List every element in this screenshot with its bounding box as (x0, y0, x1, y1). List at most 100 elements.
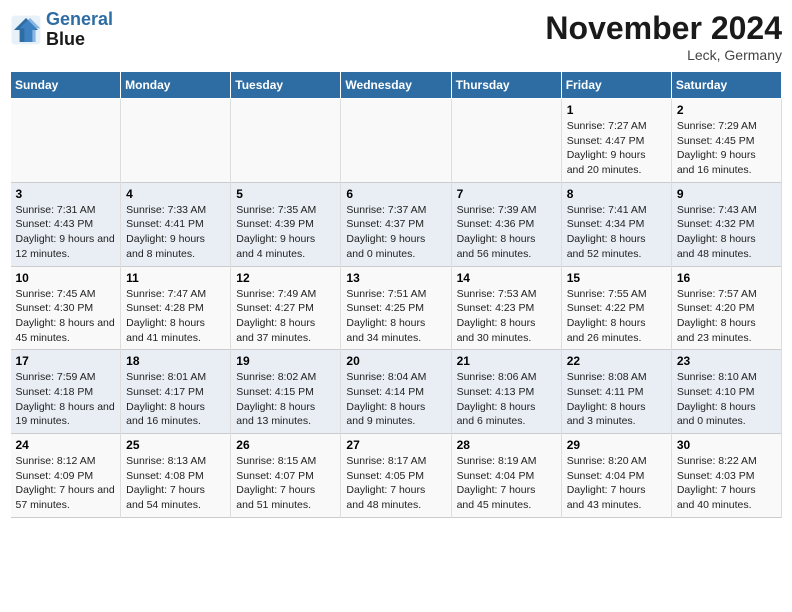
calendar-cell: 4 Sunrise: 7:33 AM Sunset: 4:41 PM Daylig… (121, 182, 231, 266)
day-number: 6 (346, 187, 445, 201)
page-header: General Blue November 2024 Leck, Germany (10, 10, 782, 63)
day-number: 26 (236, 438, 335, 452)
day-info: Sunrise: 7:31 AM Sunset: 4:43 PM Dayligh… (16, 203, 116, 262)
day-info: Sunrise: 8:13 AM Sunset: 4:08 PM Dayligh… (126, 454, 225, 513)
calendar-cell: 7Sunrise: 7:39 AM Sunset: 4:36 PM Daylig… (451, 182, 561, 266)
calendar-cell: 20Sunrise: 8:04 AM Sunset: 4:14 PM Dayli… (341, 350, 451, 434)
weekday-header-thursday: Thursday (451, 72, 561, 99)
day-info: Sunrise: 7:43 AM Sunset: 4:32 PM Dayligh… (677, 203, 776, 262)
day-info: Sunrise: 8:06 AM Sunset: 4:13 PM Dayligh… (457, 370, 556, 429)
day-info: Sunrise: 8:17 AM Sunset: 4:05 PM Dayligh… (346, 454, 445, 513)
logo-icon (10, 14, 42, 46)
day-number: 25 (126, 438, 225, 452)
weekday-header-wednesday: Wednesday (341, 72, 451, 99)
day-info: Sunrise: 7:51 AM Sunset: 4:25 PM Dayligh… (346, 287, 445, 346)
calendar-cell: 13 Sunrise: 7:51 AM Sunset: 4:25 PM Dayli… (341, 266, 451, 350)
day-info: Sunrise: 8:08 AM Sunset: 4:11 PM Dayligh… (567, 370, 666, 429)
calendar-cell: 25 Sunrise: 8:13 AM Sunset: 4:08 PM Dayli… (121, 434, 231, 518)
day-info: Sunrise: 8:20 AM Sunset: 4:04 PM Dayligh… (567, 454, 666, 513)
day-info: Sunrise: 7:35 AM Sunset: 4:39 PM Dayligh… (236, 203, 335, 262)
calendar-cell: 11Sunrise: 7:47 AM Sunset: 4:28 PM Dayli… (121, 266, 231, 350)
day-number: 11 (126, 271, 225, 285)
calendar-cell: 30 Sunrise: 8:22 AM Sunset: 4:03 PM Dayli… (671, 434, 781, 518)
calendar-cell: 28 Sunrise: 8:19 AM Sunset: 4:04 PM Dayli… (451, 434, 561, 518)
day-info: Sunrise: 7:29 AM Sunset: 4:45 PM Dayligh… (677, 119, 776, 178)
day-number: 10 (16, 271, 116, 285)
calendar-cell: 8Sunrise: 7:41 AM Sunset: 4:34 PM Daylig… (561, 182, 671, 266)
day-info: Sunrise: 7:49 AM Sunset: 4:27 PM Dayligh… (236, 287, 335, 346)
day-info: Sunrise: 7:55 AM Sunset: 4:22 PM Dayligh… (567, 287, 666, 346)
day-number: 18 (126, 354, 225, 368)
day-number: 5 (236, 187, 335, 201)
title-area: November 2024 Leck, Germany (545, 10, 782, 63)
day-info: Sunrise: 8:02 AM Sunset: 4:15 PM Dayligh… (236, 370, 335, 429)
day-info: Sunrise: 7:53 AM Sunset: 4:23 PM Dayligh… (457, 287, 556, 346)
calendar-cell: 12 Sunrise: 7:49 AM Sunset: 4:27 PM Dayli… (231, 266, 341, 350)
day-info: Sunrise: 8:15 AM Sunset: 4:07 PM Dayligh… (236, 454, 335, 513)
day-number: 17 (16, 354, 116, 368)
calendar-week-row: 3Sunrise: 7:31 AM Sunset: 4:43 PM Daylig… (11, 182, 782, 266)
weekday-header-tuesday: Tuesday (231, 72, 341, 99)
calendar-cell: 16 Sunrise: 7:57 AM Sunset: 4:20 PM Dayli… (671, 266, 781, 350)
calendar-cell: 3Sunrise: 7:31 AM Sunset: 4:43 PM Daylig… (11, 182, 121, 266)
day-number: 16 (677, 271, 776, 285)
day-info: Sunrise: 7:33 AM Sunset: 4:41 PM Dayligh… (126, 203, 225, 262)
day-info: Sunrise: 7:59 AM Sunset: 4:18 PM Dayligh… (16, 370, 116, 429)
calendar-cell: 17 Sunrise: 7:59 AM Sunset: 4:18 PM Dayli… (11, 350, 121, 434)
month-title: November 2024 (545, 10, 782, 47)
calendar-cell: 22 Sunrise: 8:08 AM Sunset: 4:11 PM Dayli… (561, 350, 671, 434)
day-number: 29 (567, 438, 666, 452)
calendar-cell: 2 Sunrise: 7:29 AM Sunset: 4:45 PM Daylig… (671, 99, 781, 183)
calendar-cell: 6 Sunrise: 7:37 AM Sunset: 4:37 PM Daylig… (341, 182, 451, 266)
calendar-cell: 21Sunrise: 8:06 AM Sunset: 4:13 PM Dayli… (451, 350, 561, 434)
day-number: 13 (346, 271, 445, 285)
day-number: 24 (16, 438, 116, 452)
logo-text: General Blue (46, 10, 113, 50)
day-number: 19 (236, 354, 335, 368)
day-info: Sunrise: 7:39 AM Sunset: 4:36 PM Dayligh… (457, 203, 556, 262)
day-number: 27 (346, 438, 445, 452)
day-info: Sunrise: 7:57 AM Sunset: 4:20 PM Dayligh… (677, 287, 776, 346)
calendar-cell: 15Sunrise: 7:55 AM Sunset: 4:22 PM Dayli… (561, 266, 671, 350)
calendar-cell (231, 99, 341, 183)
day-info: Sunrise: 8:22 AM Sunset: 4:03 PM Dayligh… (677, 454, 776, 513)
calendar-cell (121, 99, 231, 183)
day-number: 9 (677, 187, 776, 201)
day-number: 23 (677, 354, 776, 368)
calendar-cell: 19 Sunrise: 8:02 AM Sunset: 4:15 PM Dayli… (231, 350, 341, 434)
day-number: 12 (236, 271, 335, 285)
day-number: 2 (677, 103, 776, 117)
calendar-table: SundayMondayTuesdayWednesdayThursdayFrid… (10, 71, 782, 518)
day-number: 22 (567, 354, 666, 368)
day-info: Sunrise: 8:19 AM Sunset: 4:04 PM Dayligh… (457, 454, 556, 513)
calendar-cell: 5 Sunrise: 7:35 AM Sunset: 4:39 PM Daylig… (231, 182, 341, 266)
calendar-week-row: 10 Sunrise: 7:45 AM Sunset: 4:30 PM Dayli… (11, 266, 782, 350)
day-number: 28 (457, 438, 556, 452)
day-info: Sunrise: 7:37 AM Sunset: 4:37 PM Dayligh… (346, 203, 445, 262)
weekday-header-saturday: Saturday (671, 72, 781, 99)
day-number: 14 (457, 271, 556, 285)
calendar-cell: 24Sunrise: 8:12 AM Sunset: 4:09 PM Dayli… (11, 434, 121, 518)
calendar-cell: 9 Sunrise: 7:43 AM Sunset: 4:32 PM Daylig… (671, 182, 781, 266)
calendar-cell: 23Sunrise: 8:10 AM Sunset: 4:10 PM Dayli… (671, 350, 781, 434)
calendar-week-row: 24Sunrise: 8:12 AM Sunset: 4:09 PM Dayli… (11, 434, 782, 518)
calendar-cell (341, 99, 451, 183)
day-number: 20 (346, 354, 445, 368)
logo: General Blue (10, 10, 113, 50)
day-number: 30 (677, 438, 776, 452)
calendar-cell: 14 Sunrise: 7:53 AM Sunset: 4:23 PM Dayli… (451, 266, 561, 350)
day-number: 1 (567, 103, 666, 117)
day-info: Sunrise: 7:45 AM Sunset: 4:30 PM Dayligh… (16, 287, 116, 346)
calendar-cell (11, 99, 121, 183)
calendar-cell: 29 Sunrise: 8:20 AM Sunset: 4:04 PM Dayli… (561, 434, 671, 518)
calendar-cell: 27 Sunrise: 8:17 AM Sunset: 4:05 PM Dayli… (341, 434, 451, 518)
day-info: Sunrise: 7:41 AM Sunset: 4:34 PM Dayligh… (567, 203, 666, 262)
calendar-week-row: 17 Sunrise: 7:59 AM Sunset: 4:18 PM Dayli… (11, 350, 782, 434)
weekday-header-row: SundayMondayTuesdayWednesdayThursdayFrid… (11, 72, 782, 99)
day-number: 4 (126, 187, 225, 201)
weekday-header-friday: Friday (561, 72, 671, 99)
calendar-cell: 18Sunrise: 8:01 AM Sunset: 4:17 PM Dayli… (121, 350, 231, 434)
calendar-cell: 1 Sunrise: 7:27 AM Sunset: 4:47 PM Daylig… (561, 99, 671, 183)
weekday-header-monday: Monday (121, 72, 231, 99)
day-info: Sunrise: 7:27 AM Sunset: 4:47 PM Dayligh… (567, 119, 666, 178)
